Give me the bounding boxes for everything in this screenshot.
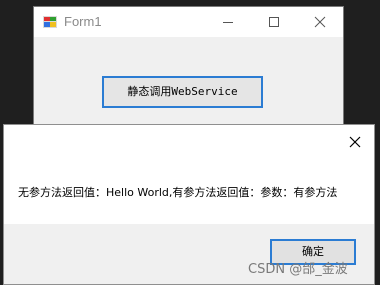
minimize-button[interactable] — [205, 7, 251, 37]
form1-close-button[interactable] — [297, 7, 343, 37]
message-text: 无参方法返回值：Hello World,有参方法返回值：参数：有参方法 — [18, 186, 338, 199]
watermark: CSDN @邰_金波 — [248, 262, 348, 277]
close-icon — [349, 136, 361, 148]
form1-window: Form1 静态调用WebService — [33, 6, 344, 126]
form1-title: Form1 — [64, 14, 102, 29]
form1-titlebar[interactable]: Form1 — [34, 7, 343, 37]
close-icon — [314, 16, 326, 28]
maximize-button[interactable] — [251, 7, 297, 37]
static-call-webservice-button[interactable]: 静态调用WebService — [102, 76, 263, 108]
app-icon — [43, 16, 57, 28]
messagebox-close-button[interactable] — [341, 130, 369, 154]
minimize-icon — [223, 22, 233, 23]
maximize-icon — [269, 17, 279, 27]
